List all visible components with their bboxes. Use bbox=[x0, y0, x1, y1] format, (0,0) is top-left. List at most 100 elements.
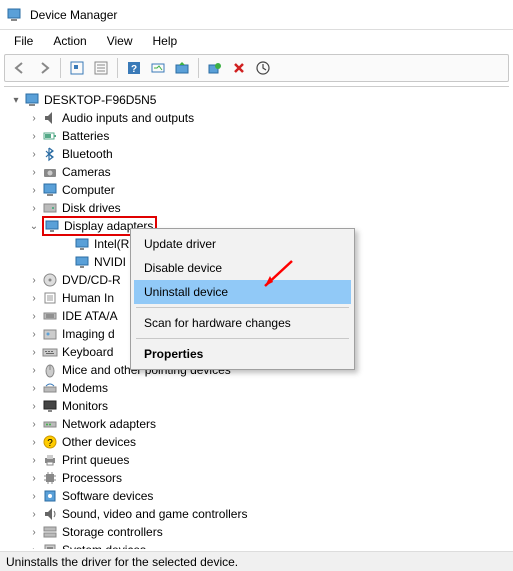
tree-item[interactable]: › Software devices bbox=[4, 487, 509, 505]
tree-item-label: Bluetooth bbox=[62, 147, 113, 161]
tree-item[interactable]: › Audio inputs and outputs bbox=[4, 109, 509, 127]
chevron-right-icon[interactable]: › bbox=[28, 166, 40, 178]
tree-item-label: Intel(R bbox=[94, 237, 129, 251]
show-hidden-button[interactable] bbox=[66, 57, 88, 79]
uninstall-button[interactable] bbox=[228, 57, 250, 79]
ide-icon bbox=[42, 308, 58, 324]
tree-item-label: IDE ATA/A bbox=[62, 309, 118, 323]
display-icon bbox=[74, 254, 90, 270]
tree-item-label: Sound, video and game controllers bbox=[62, 507, 247, 521]
tree-item-label: Software devices bbox=[62, 489, 153, 503]
disk-icon bbox=[42, 200, 58, 216]
tree-item-label: Disk drives bbox=[62, 201, 121, 215]
tree-root-label: DESKTOP-F96D5N5 bbox=[44, 93, 156, 107]
tree-item[interactable]: ›Monitors bbox=[4, 397, 509, 415]
tree-item[interactable]: ›Computer bbox=[4, 181, 509, 199]
properties-button[interactable] bbox=[90, 57, 112, 79]
display-icon bbox=[74, 236, 90, 252]
chevron-right-icon[interactable]: › bbox=[28, 130, 40, 142]
scan-inline-button[interactable] bbox=[147, 57, 169, 79]
forward-button[interactable] bbox=[33, 57, 55, 79]
chevron-right-icon[interactable]: › bbox=[28, 508, 40, 520]
chevron-right-icon[interactable]: › bbox=[28, 364, 40, 376]
context-scan-hardware[interactable]: Scan for hardware changes bbox=[134, 311, 351, 335]
tree-item[interactable]: › Network adapters bbox=[4, 415, 509, 433]
chevron-right-icon[interactable]: › bbox=[28, 310, 40, 322]
chevron-right-icon[interactable]: › bbox=[28, 202, 40, 214]
chevron-right-icon[interactable]: › bbox=[28, 544, 40, 549]
chevron-right-icon[interactable]: › bbox=[28, 148, 40, 160]
context-disable-device[interactable]: Disable device bbox=[134, 256, 351, 280]
tree-item-label: Processors bbox=[62, 471, 122, 485]
tree-item[interactable]: ›System devices bbox=[4, 541, 509, 549]
chevron-right-icon[interactable]: › bbox=[28, 418, 40, 430]
chevron-right-icon[interactable]: › bbox=[28, 454, 40, 466]
chevron-down-icon[interactable]: ⌄ bbox=[28, 220, 40, 232]
menu-file[interactable]: File bbox=[4, 32, 43, 50]
scan-hardware-button[interactable] bbox=[204, 57, 226, 79]
tree-item[interactable]: ›Modems bbox=[4, 379, 509, 397]
chevron-right-icon[interactable]: › bbox=[28, 400, 40, 412]
mouse-icon bbox=[42, 362, 58, 378]
chevron-right-icon[interactable]: › bbox=[28, 328, 40, 340]
back-button[interactable] bbox=[9, 57, 31, 79]
software-icon bbox=[42, 488, 58, 504]
tree-root[interactable]: ▾ DESKTOP-F96D5N5 bbox=[4, 91, 509, 109]
add-legacy-button[interactable] bbox=[252, 57, 274, 79]
camera-icon bbox=[42, 164, 58, 180]
modem-icon bbox=[42, 380, 58, 396]
chevron-right-icon[interactable]: › bbox=[28, 346, 40, 358]
tree-item[interactable]: › Sound, video and game controllers bbox=[4, 505, 509, 523]
bluetooth-icon bbox=[42, 146, 58, 162]
svg-text:?: ? bbox=[47, 438, 53, 449]
menubar: File Action View Help bbox=[0, 30, 513, 52]
tree-item-label: NVIDI bbox=[94, 255, 126, 269]
chevron-right-icon[interactable]: › bbox=[28, 112, 40, 124]
context-separator bbox=[136, 307, 349, 308]
toolbar: ? bbox=[4, 54, 509, 82]
tree-item-label: Cameras bbox=[62, 165, 111, 179]
chevron-right-icon[interactable]: › bbox=[28, 382, 40, 394]
tree-item-label: Storage controllers bbox=[62, 525, 163, 539]
tree-item[interactable]: › Processors bbox=[4, 469, 509, 487]
statusbar: Uninstalls the driver for the selected d… bbox=[0, 551, 513, 571]
tree-item[interactable]: › Storage controllers bbox=[4, 523, 509, 541]
chevron-right-icon[interactable]: › bbox=[28, 274, 40, 286]
update-driver-button[interactable] bbox=[171, 57, 193, 79]
chevron-right-icon[interactable]: › bbox=[28, 184, 40, 196]
chevron-right-icon[interactable]: › bbox=[28, 526, 40, 538]
monitor-icon bbox=[42, 398, 58, 414]
context-properties[interactable]: Properties bbox=[134, 342, 351, 366]
chevron-right-icon[interactable]: › bbox=[28, 490, 40, 502]
chevron-right-icon[interactable]: › bbox=[28, 292, 40, 304]
chevron-down-icon[interactable]: ▾ bbox=[10, 94, 22, 106]
tree-item[interactable]: › Batteries bbox=[4, 127, 509, 145]
chevron-right-icon[interactable]: › bbox=[28, 472, 40, 484]
tree-item-label: Audio inputs and outputs bbox=[62, 111, 194, 125]
tree-item[interactable]: ›? Other devices bbox=[4, 433, 509, 451]
tree-item-label: Batteries bbox=[62, 129, 109, 143]
tree-item-label: Print queues bbox=[62, 453, 129, 467]
device-manager-icon bbox=[6, 7, 22, 23]
context-separator bbox=[136, 338, 349, 339]
battery-icon bbox=[42, 128, 58, 144]
tree-item-label: DVD/CD-R bbox=[62, 273, 121, 287]
dvd-icon bbox=[42, 272, 58, 288]
tree-item-label: Network adapters bbox=[62, 417, 156, 431]
tree-item[interactable]: › Cameras bbox=[4, 163, 509, 181]
menu-view[interactable]: View bbox=[97, 32, 143, 50]
chevron-right-icon[interactable]: › bbox=[28, 436, 40, 448]
help-button[interactable]: ? bbox=[123, 57, 145, 79]
tree-item-label: Imaging d bbox=[62, 327, 115, 341]
menu-action[interactable]: Action bbox=[43, 32, 96, 50]
tree-item-label: Human In bbox=[62, 291, 114, 305]
tree-item-label: Other devices bbox=[62, 435, 136, 449]
tree-item[interactable]: › Bluetooth bbox=[4, 145, 509, 163]
statusbar-text: Uninstalls the driver for the selected d… bbox=[6, 555, 238, 569]
tree-item[interactable]: › Disk drives bbox=[4, 199, 509, 217]
context-uninstall-device[interactable]: Uninstall device bbox=[134, 280, 351, 304]
tree-item[interactable]: › Print queues bbox=[4, 451, 509, 469]
context-update-driver[interactable]: Update driver bbox=[134, 232, 351, 256]
menu-help[interactable]: Help bbox=[143, 32, 188, 50]
processor-icon bbox=[42, 470, 58, 486]
